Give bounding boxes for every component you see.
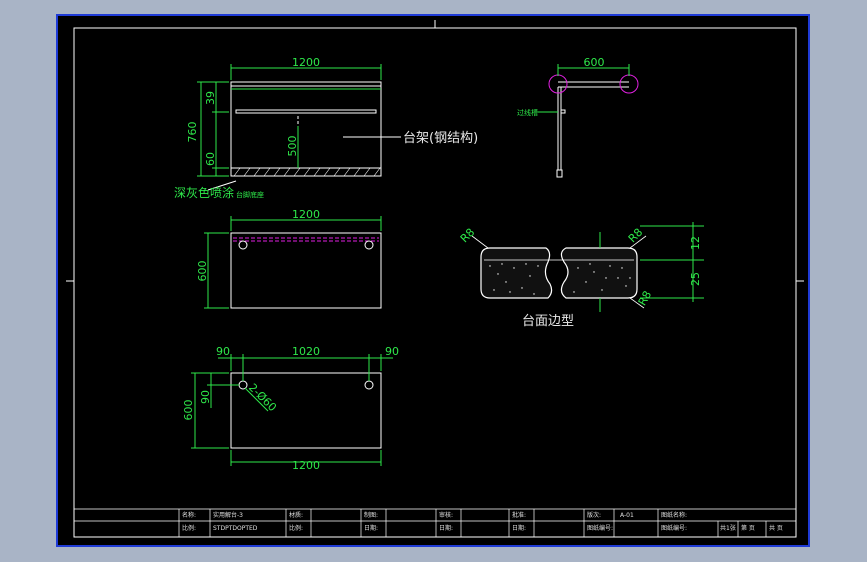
edge-profile	[471, 222, 704, 312]
tb-scale-value: STDPTDOPTED	[213, 525, 258, 532]
front-top-dim: 39	[204, 91, 217, 105]
front-height-dim: 760	[186, 122, 199, 143]
drawing-sheet: 1200 760 39 60 500 台架(钢结构) 深灰色喷涂 台脚底座 12…	[56, 14, 810, 547]
cad-drawing: 1200 760 39 60 500 台架(钢结构) 深灰色喷涂 台脚底座 12…	[66, 20, 804, 538]
paint-note: 深灰色喷涂	[174, 185, 234, 200]
tb-drawing-name-label: 图纸名称:	[661, 511, 687, 519]
tb-material-label: 材质:	[289, 511, 303, 519]
tb-scale2-label: 比例:	[289, 524, 303, 532]
front-view	[197, 64, 401, 191]
title-block-row1: 名称: 实用解台-3 材质: 制图: 审核: 批准: 版次: A-01 图纸名称…	[182, 511, 687, 519]
frame-leader-label: 台架(钢结构)	[403, 131, 478, 146]
tb-drawing-no-label: 图纸编号:	[587, 524, 613, 532]
radius-label-2: R8	[626, 226, 646, 246]
base-offset-dim: 90	[199, 390, 212, 404]
thickness-dim-bottom: 25	[689, 272, 702, 286]
base-depth-dim: 600	[182, 400, 195, 421]
base-edge-right-dim: 90	[385, 345, 399, 358]
edge-profile-title: 台面边型	[522, 314, 574, 329]
tb-total-sheets: 共1张	[720, 524, 736, 532]
tb-date3-label: 日期:	[512, 524, 526, 532]
top-width-dim: 1200	[292, 208, 320, 221]
base-view	[191, 354, 393, 466]
tb-scale-label: 比例:	[182, 524, 196, 532]
tb-name-value: 实用解台-3	[213, 511, 243, 519]
base-note: 台脚底座	[236, 190, 264, 199]
front-leg-dim: 500	[286, 136, 299, 157]
tb-drawing-no2-label: 图纸编号:	[661, 524, 687, 532]
front-width-dim: 1200	[292, 56, 320, 69]
cable-trough-label: 过线槽	[517, 108, 538, 117]
hole-note: 2-Ø60	[246, 381, 279, 414]
base-width-dim: 1200	[292, 459, 320, 472]
tb-date1-label: 日期:	[364, 524, 378, 532]
side-width-dim: 600	[584, 56, 605, 69]
top-view	[204, 216, 382, 309]
inner-frame	[73, 27, 797, 538]
tb-checked-label: 审核:	[439, 511, 453, 519]
tb-name-label: 名称:	[182, 511, 196, 519]
tb-sheet-total: 共 页	[769, 524, 783, 532]
title-block-row2: 比例: STDPTDOPTED 比例: 日期: 日期: 日期: 图纸编号: 图纸…	[182, 524, 783, 532]
tb-version-label: 版次:	[587, 511, 601, 519]
radius-label-3: R8	[636, 289, 655, 308]
tb-version-value: A-01	[620, 512, 634, 519]
tb-sheet-number: 第 页	[741, 524, 755, 532]
tb-drawn-label: 制图:	[364, 511, 378, 519]
side-view	[538, 64, 639, 178]
base-middle-dim: 1020	[292, 345, 320, 358]
front-bottom-dim: 60	[204, 152, 217, 166]
radius-label-1: R8	[458, 226, 478, 246]
base-edge-left-dim: 90	[216, 345, 230, 358]
tb-approved-label: 批准:	[512, 511, 526, 519]
tb-date2-label: 日期:	[439, 524, 453, 532]
top-depth-dim: 600	[196, 261, 209, 282]
thickness-dim-top: 12	[689, 236, 702, 250]
